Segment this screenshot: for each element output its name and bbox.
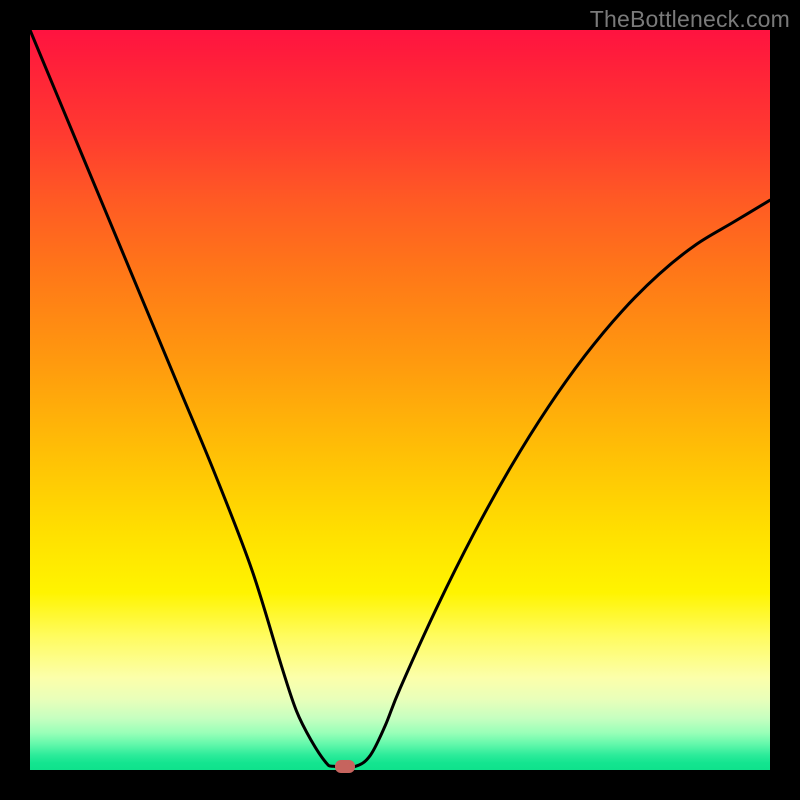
bottleneck-curve	[30, 30, 770, 770]
chart-frame: TheBottleneck.com	[0, 0, 800, 800]
plot-area	[30, 30, 770, 770]
watermark-text: TheBottleneck.com	[590, 6, 790, 33]
optimal-point-marker	[335, 760, 355, 773]
